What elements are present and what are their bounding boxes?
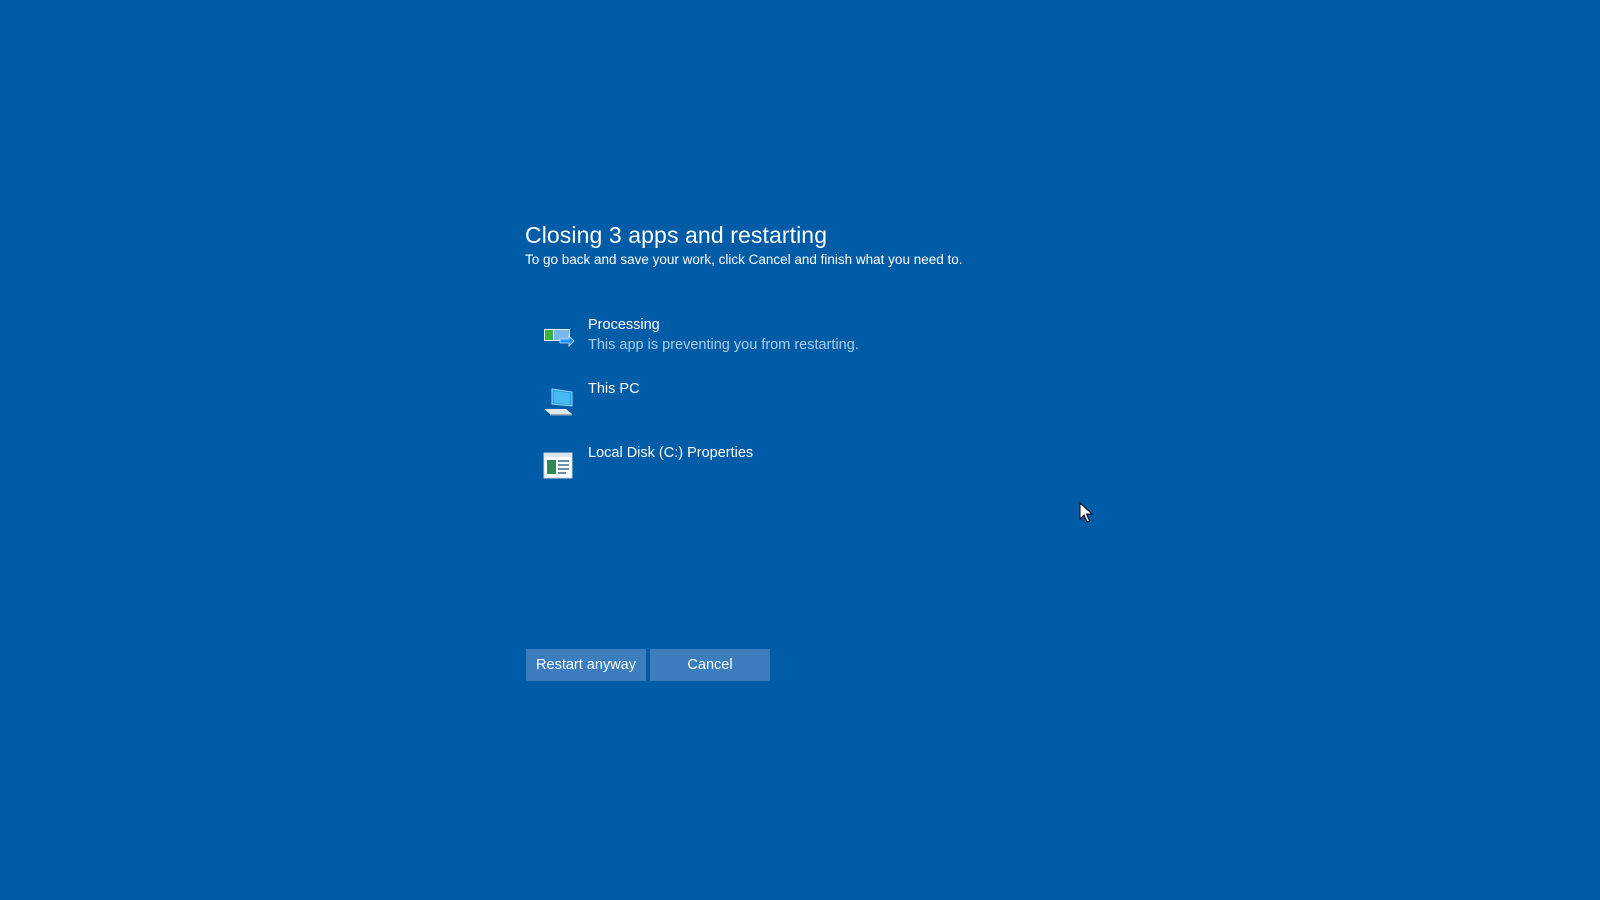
app-text: Local Disk (C:) Properties [588,443,753,463]
cancel-button[interactable]: Cancel [650,649,770,681]
restart-dialog: Closing 3 apps and restarting To go back… [525,218,1125,479]
restart-screen: Closing 3 apps and restarting To go back… [0,0,1600,900]
restart-anyway-button[interactable]: Restart anyway [526,649,646,681]
app-name: Processing [588,317,660,333]
app-item-this-pc: This PC [542,379,1102,429]
app-status: This app is preventing you from restarti… [588,337,859,353]
properties-window-icon [542,451,576,481]
app-name: This PC [588,381,640,397]
app-text: Processing This app is preventing you fr… [588,315,859,355]
app-item-processing: Processing This app is preventing you fr… [542,315,1102,365]
dialog-subtitle: To go back and save your work, click Can… [525,252,963,267]
app-item-local-disk-properties: Local Disk (C:) Properties [542,443,1102,493]
app-name: Local Disk (C:) Properties [588,445,754,461]
this-pc-icon [542,387,576,417]
dialog-title: Closing 3 apps and restarting [525,222,828,248]
processing-app-icon [542,323,576,353]
app-text: This PC [588,379,640,399]
mouse-cursor-icon [1079,501,1094,524]
